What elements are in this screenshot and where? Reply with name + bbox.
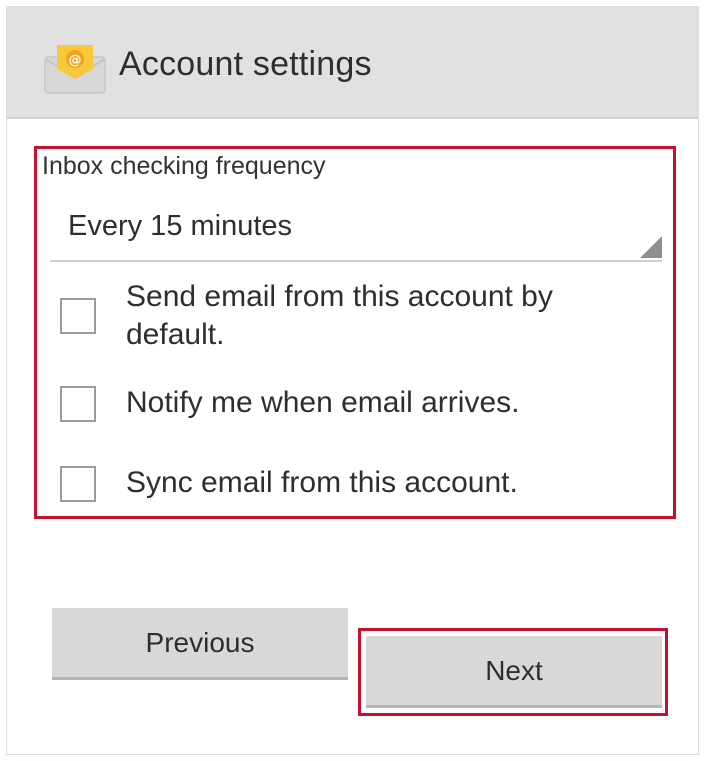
option-sync[interactable]: Sync email from this account. xyxy=(60,462,660,506)
frequency-label: Inbox checking frequency xyxy=(42,152,326,180)
previous-button[interactable]: Previous xyxy=(52,608,348,680)
send-default-label: Send email from this account by default. xyxy=(126,280,553,351)
dropdown-arrow-icon xyxy=(640,236,662,258)
svg-text:@: @ xyxy=(69,53,82,68)
frequency-dropdown[interactable]: Every 15 minutes xyxy=(50,198,662,262)
email-icon: @ xyxy=(43,43,107,95)
page-title: Account settings xyxy=(119,45,372,83)
header-bar: @ Account settings xyxy=(7,7,698,119)
sync-label: Sync email from this account. xyxy=(126,466,518,499)
notify-checkbox[interactable] xyxy=(60,386,96,422)
next-button[interactable]: Next xyxy=(366,636,662,708)
frequency-value: Every 15 minutes xyxy=(68,210,293,242)
send-default-checkbox[interactable] xyxy=(60,298,96,334)
notify-label: Notify me when email arrives. xyxy=(126,386,520,419)
sync-checkbox[interactable] xyxy=(60,466,96,502)
option-send-default[interactable]: Send email from this account by default. xyxy=(60,276,660,356)
option-notify[interactable]: Notify me when email arrives. xyxy=(60,382,660,426)
